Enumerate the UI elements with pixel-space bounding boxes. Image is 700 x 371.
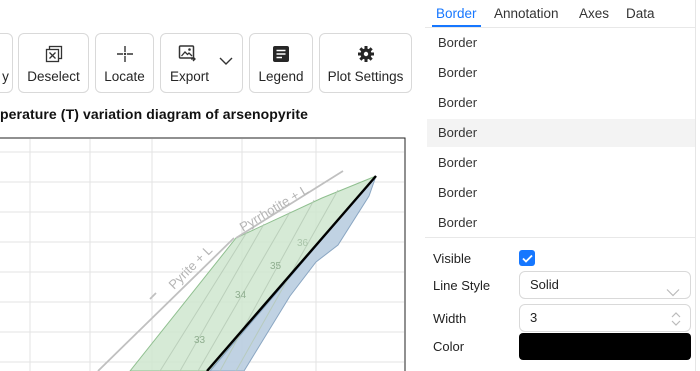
toolbar-partial-button[interactable]: y xyxy=(0,33,13,93)
list-item[interactable]: Border xyxy=(427,29,695,57)
tab-border[interactable]: Border xyxy=(436,6,477,21)
active-tab-indicator xyxy=(432,25,481,27)
tab-data[interactable]: Data xyxy=(626,6,655,21)
properties-panel: Border Annotation Axes Data Border Borde… xyxy=(425,0,700,371)
checkmark-icon xyxy=(521,254,533,263)
legend-button[interactable]: Legend xyxy=(249,33,313,93)
panel-tabs: Border Annotation Axes Data xyxy=(425,0,695,28)
border-list: Border Border Border Border Border Borde… xyxy=(425,28,695,238)
line-style-label: Line Style xyxy=(433,278,491,293)
legend-icon xyxy=(272,43,290,65)
list-item[interactable]: Border xyxy=(427,209,695,237)
plot-settings-button[interactable]: Plot Settings xyxy=(319,33,412,93)
panel-scrollbar[interactable] xyxy=(695,0,700,371)
tab-annotation[interactable]: Annotation xyxy=(494,6,559,21)
phase-diagram-plot[interactable]: Pyrite + L Pyrrhotite + L 33 34 35 36 xyxy=(0,130,425,371)
crosshair-icon xyxy=(116,43,134,65)
chevron-down-icon xyxy=(666,280,680,306)
image-export-icon xyxy=(178,43,198,65)
list-item[interactable]: Border xyxy=(427,89,695,117)
isopleth-label: 33 xyxy=(194,335,206,346)
isopleth-label: 36 xyxy=(297,238,309,249)
list-item[interactable]: Border xyxy=(427,149,695,177)
width-value: 3 xyxy=(530,310,538,325)
chart-title: perature (T) variation diagram of arseno… xyxy=(0,106,309,122)
locate-button[interactable]: Locate xyxy=(95,33,154,93)
deselect-button[interactable]: Deselect xyxy=(18,33,89,93)
width-label: Width xyxy=(433,311,467,326)
list-item[interactable]: Border xyxy=(427,179,695,207)
color-picker-swatch[interactable] xyxy=(519,333,691,360)
deselect-icon xyxy=(45,43,63,65)
line-style-value: Solid xyxy=(530,277,559,292)
plot-workspace: y Deselect Locate Export Legend Plot Set… xyxy=(0,0,425,371)
line-style-select[interactable]: Solid xyxy=(519,271,691,299)
visible-checkbox[interactable] xyxy=(519,250,535,266)
export-button[interactable]: Export xyxy=(160,33,243,93)
isopleth-label: 35 xyxy=(270,261,282,272)
gear-icon xyxy=(357,43,375,65)
chevron-down-icon[interactable] xyxy=(219,56,233,66)
color-label: Color xyxy=(433,339,465,354)
width-stepper[interactable]: 3 xyxy=(519,304,691,332)
list-item[interactable]: Border xyxy=(427,119,695,147)
tab-axes[interactable]: Axes xyxy=(579,6,609,21)
visible-label: Visible xyxy=(433,251,472,266)
isopleth-label: 34 xyxy=(235,290,247,301)
list-item[interactable]: Border xyxy=(427,59,695,87)
